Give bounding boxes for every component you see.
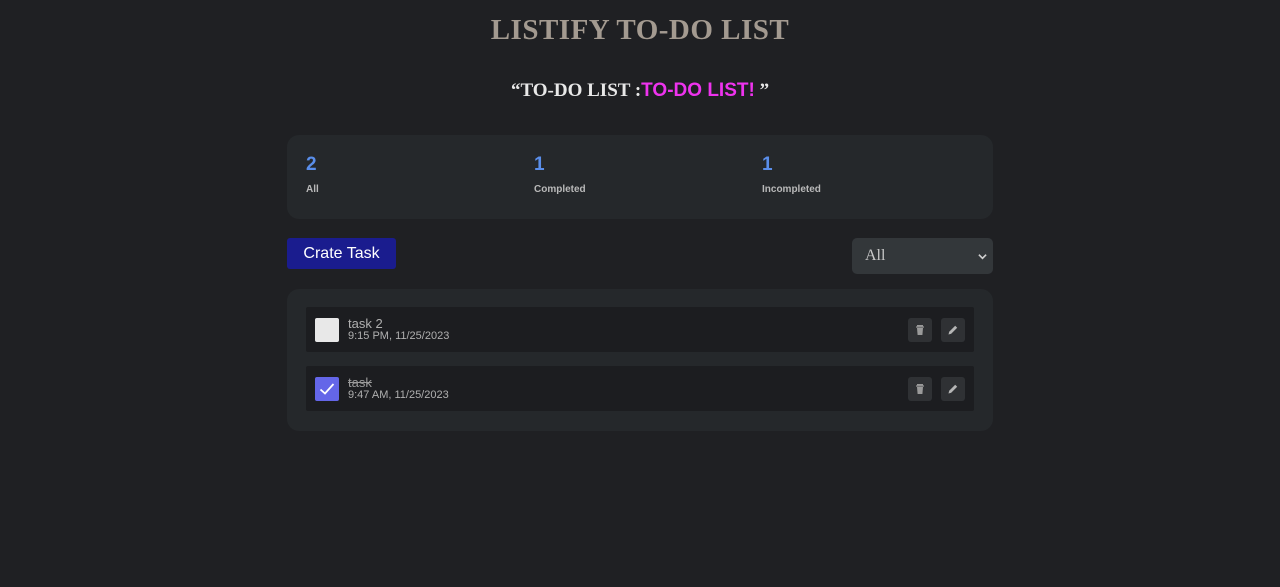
task-time: 9:47 AM, 11/25/2023 xyxy=(348,389,449,401)
quote-text: “TO-DO LIST : xyxy=(510,80,642,101)
stat-label: All xyxy=(306,184,319,195)
filter-select[interactable]: All xyxy=(852,238,993,274)
task-row: task 9:47 AM, 11/25/2023 xyxy=(306,366,974,411)
stat-label: Completed xyxy=(534,184,586,195)
trash-icon xyxy=(916,384,924,394)
filter-select-value: All xyxy=(865,247,886,264)
task-time: 9:15 PM, 11/25/2023 xyxy=(348,330,450,342)
create-task-button[interactable]: Crate Task xyxy=(287,238,396,269)
trash-icon xyxy=(916,325,924,335)
task-list: task 2 9:15 PM, 11/25/2023 task 9:47 AM,… xyxy=(287,289,993,431)
edit-task-button[interactable] xyxy=(941,377,965,401)
task-checkbox[interactable] xyxy=(315,377,339,401)
edit-task-button[interactable] xyxy=(941,318,965,342)
quote-highlight: TO-DO LIST! xyxy=(641,80,755,101)
stat-label: Incompleted xyxy=(762,184,821,195)
delete-task-button[interactable] xyxy=(908,318,932,342)
stat-incompleted: 1 Incompleted xyxy=(762,153,821,195)
chevron-down-icon xyxy=(978,254,987,260)
stat-completed: 1 Completed xyxy=(534,153,586,195)
quote-banner: “TO-DO LIST :TO-DO LIST! ” xyxy=(0,80,1280,102)
task-row: task 2 9:15 PM, 11/25/2023 xyxy=(306,307,974,352)
stat-count: 1 xyxy=(762,154,773,175)
task-checkbox[interactable] xyxy=(315,318,339,342)
stats-card: 2 All 1 Completed 1 Incompleted xyxy=(287,135,993,219)
task-title: task xyxy=(348,375,372,390)
delete-task-button[interactable] xyxy=(908,377,932,401)
quote-close: ” xyxy=(754,80,770,101)
check-icon xyxy=(319,383,335,395)
stat-count: 1 xyxy=(534,154,545,175)
pencil-icon xyxy=(948,325,958,335)
task-title: task 2 xyxy=(348,316,383,331)
stat-count: 2 xyxy=(306,154,317,175)
app-title: LISTIFY TO-DO LIST xyxy=(490,14,790,46)
stat-all: 2 All xyxy=(306,153,319,195)
pencil-icon xyxy=(948,384,958,394)
